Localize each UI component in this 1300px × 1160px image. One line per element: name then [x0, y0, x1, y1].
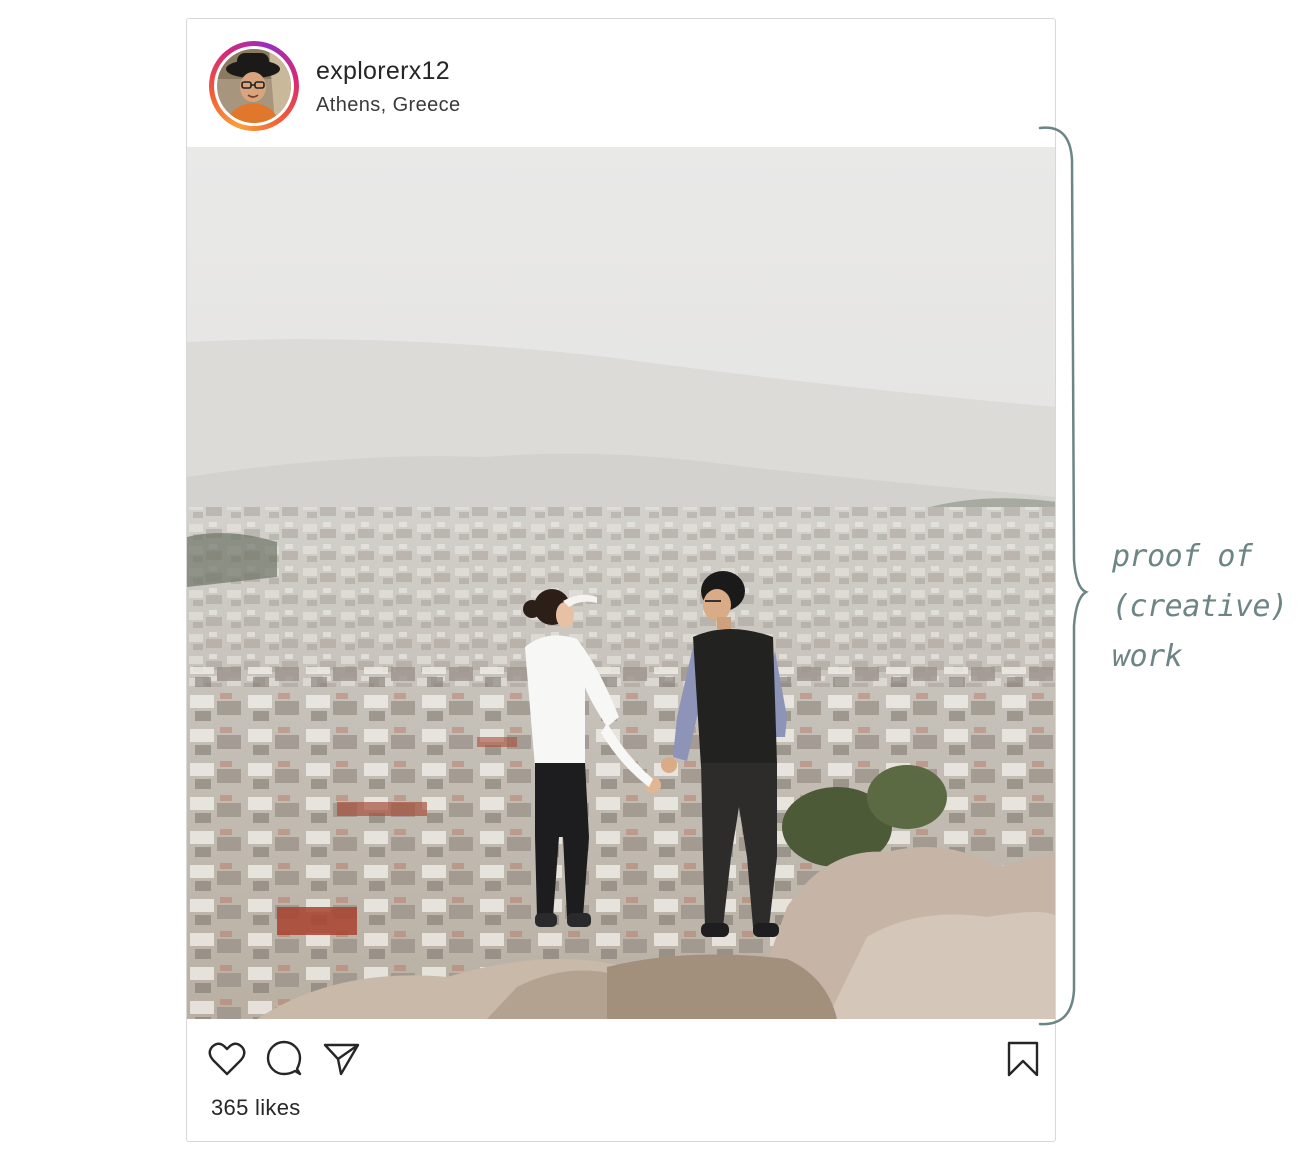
- post-card: explorerx12 Athens, Greece 365 likes: [186, 18, 1056, 1142]
- likes-count[interactable]: 365 likes: [211, 1095, 301, 1121]
- annotation-note: proof of (creative) work: [1112, 532, 1292, 682]
- location[interactable]: Athens, Greece: [316, 94, 461, 117]
- annotation-line-3: work: [1112, 639, 1183, 674]
- action-bar: [187, 1019, 1055, 1099]
- paper-plane-icon[interactable]: [321, 1039, 361, 1079]
- post-photo[interactable]: [187, 147, 1055, 1019]
- bookmark-icon[interactable]: [1003, 1039, 1043, 1079]
- annotation-line-1: proof of: [1112, 539, 1253, 574]
- avatar[interactable]: [217, 49, 291, 123]
- post-header: explorerx12 Athens, Greece: [187, 19, 1055, 147]
- curly-brace: [1038, 126, 1089, 1026]
- canvas: explorerx12 Athens, Greece 365 likes pro…: [0, 0, 1300, 1160]
- annotation-line-2: (creative): [1112, 589, 1288, 624]
- username[interactable]: explorerx12: [316, 57, 450, 86]
- story-ring[interactable]: [209, 41, 299, 131]
- speech-bubble-icon[interactable]: [264, 1039, 304, 1079]
- heart-icon[interactable]: [207, 1039, 247, 1079]
